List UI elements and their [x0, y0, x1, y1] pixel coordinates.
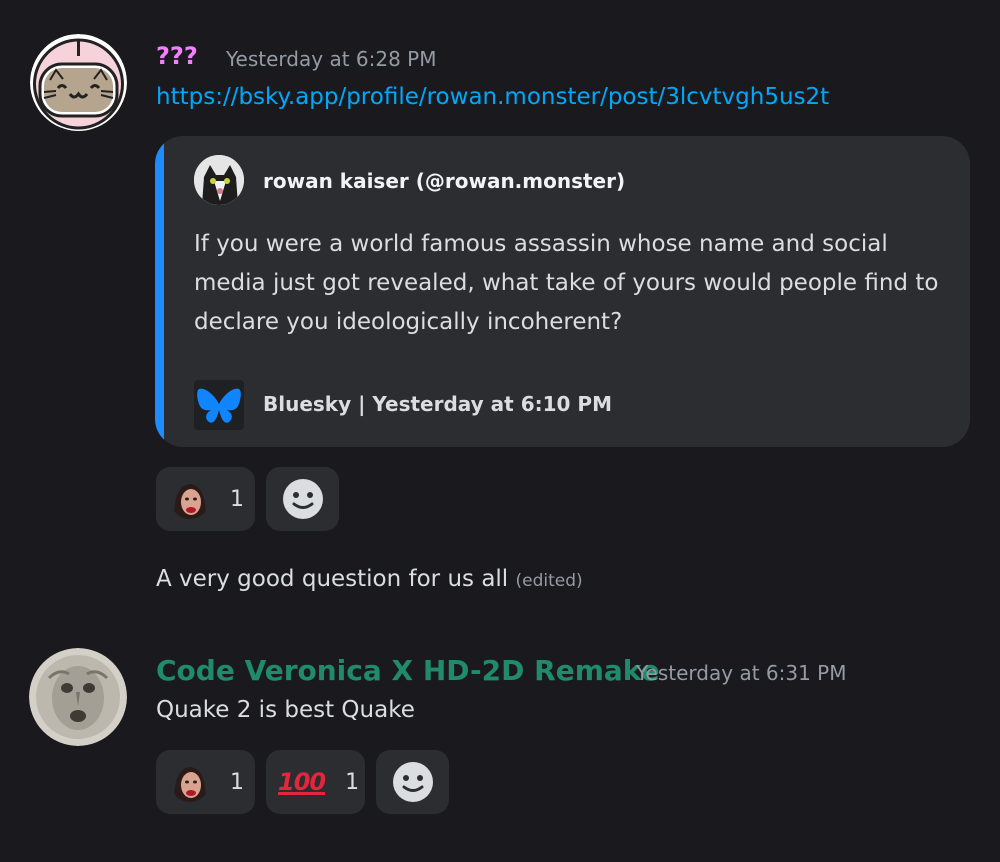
embed-author-avatar[interactable] [194, 155, 244, 205]
username[interactable]: Code Veronica X HD-2D Remake [156, 654, 660, 687]
reaction-count: 1 [230, 769, 244, 795]
message-link[interactable]: https://bsky.app/profile/rowan.monster/p… [156, 84, 829, 110]
add-reaction-button[interactable] [266, 467, 339, 531]
smiley-icon [392, 762, 433, 802]
embed-footer: Bluesky | Yesterday at 6:10 PM [263, 392, 612, 416]
message-timestamp: Yesterday at 6:31 PM [636, 661, 847, 685]
edited-label: (edited) [515, 571, 583, 591]
embed-author-name[interactable]: rowan kaiser (@rowan.monster) [263, 169, 625, 193]
user-avatar[interactable] [30, 34, 127, 131]
link-embed: rowan kaiser (@rowan.monster) If you wer… [155, 136, 970, 447]
reaction-button[interactable]: 1 [156, 467, 255, 531]
stone-face-icon [29, 648, 127, 746]
reaction-count: 1 [345, 769, 360, 795]
message-content: Quake 2 is best Quake [156, 697, 415, 723]
hundred-points-emoji-icon: 100 [278, 768, 326, 796]
cat-photo-icon [194, 155, 244, 205]
bluesky-icon [194, 380, 244, 430]
message-text: A very good question for us all (edited) [156, 566, 583, 592]
cat-astronaut-icon [30, 34, 127, 131]
message-content: A very good question for us all [156, 566, 509, 592]
reaction-button[interactable]: 100 1 [266, 750, 365, 814]
add-reaction-button[interactable] [376, 750, 449, 814]
user-avatar[interactable] [29, 648, 127, 746]
face-emoji-icon [170, 762, 210, 802]
embed-description: If you were a world famous assassin whos… [194, 231, 939, 335]
reaction-count: 1 [230, 486, 244, 512]
smiley-icon [282, 479, 323, 519]
reaction-button[interactable]: 1 [156, 750, 255, 814]
face-emoji-icon [170, 479, 210, 519]
message-timestamp: Yesterday at 6:28 PM [226, 47, 437, 71]
username[interactable]: ??? [156, 42, 198, 70]
embed-accent-bar [155, 136, 164, 447]
